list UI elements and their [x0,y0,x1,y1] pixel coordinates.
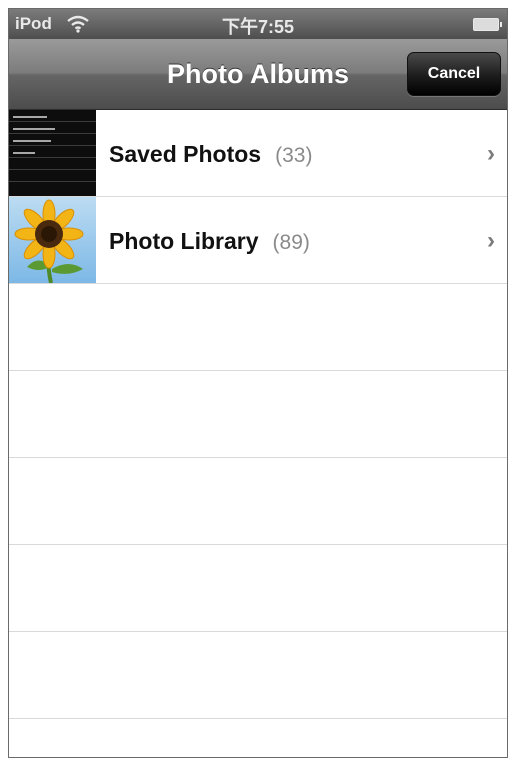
saved-photos-thumbnail [9,110,96,196]
album-title: Photo Library (89) [109,228,310,255]
thumbnail-divider [9,157,96,158]
cancel-button[interactable]: Cancel [407,52,501,96]
thumbnail-text-line [13,128,55,130]
album-name: Photo Library [109,228,259,254]
album-count: (33) [275,144,313,167]
thumbnail-text-line [13,152,35,154]
empty-row [9,284,507,371]
empty-row [9,371,507,458]
chevron-right-icon: › [487,227,495,254]
empty-row [9,545,507,632]
thumbnail-text-line [13,116,47,118]
chevron-right-icon: › [487,140,495,167]
sunflower-thumbnail [9,197,96,283]
thumbnail-divider [9,133,96,134]
status-bar: iPod 下午7:55 [9,9,507,39]
album-title: Saved Photos (33) [109,141,312,168]
thumbnail-divider [9,169,96,170]
empty-row [9,458,507,545]
empty-row [9,632,507,719]
sunflower-icon [14,199,84,283]
navigation-bar: Photo Albums Cancel [9,39,507,110]
status-time: 下午7:55 [221,17,295,37]
battery-icon [473,18,502,31]
phone-screen: iPod 下午7:55 Photo Albums Cancel Saved Ph… [8,8,508,758]
album-list: Saved Photos (33) › Photo Library (89) › [9,110,507,719]
album-count: (89) [272,231,310,254]
thumbnail-divider [9,181,96,182]
album-row-saved-photos[interactable]: Saved Photos (33) › [9,110,507,197]
thumbnail-text-line [13,140,51,142]
thumbnail-divider [9,121,96,122]
thumbnail-divider [9,145,96,146]
album-name: Saved Photos [109,141,262,167]
album-row-photo-library[interactable]: Photo Library (89) › [9,197,507,284]
